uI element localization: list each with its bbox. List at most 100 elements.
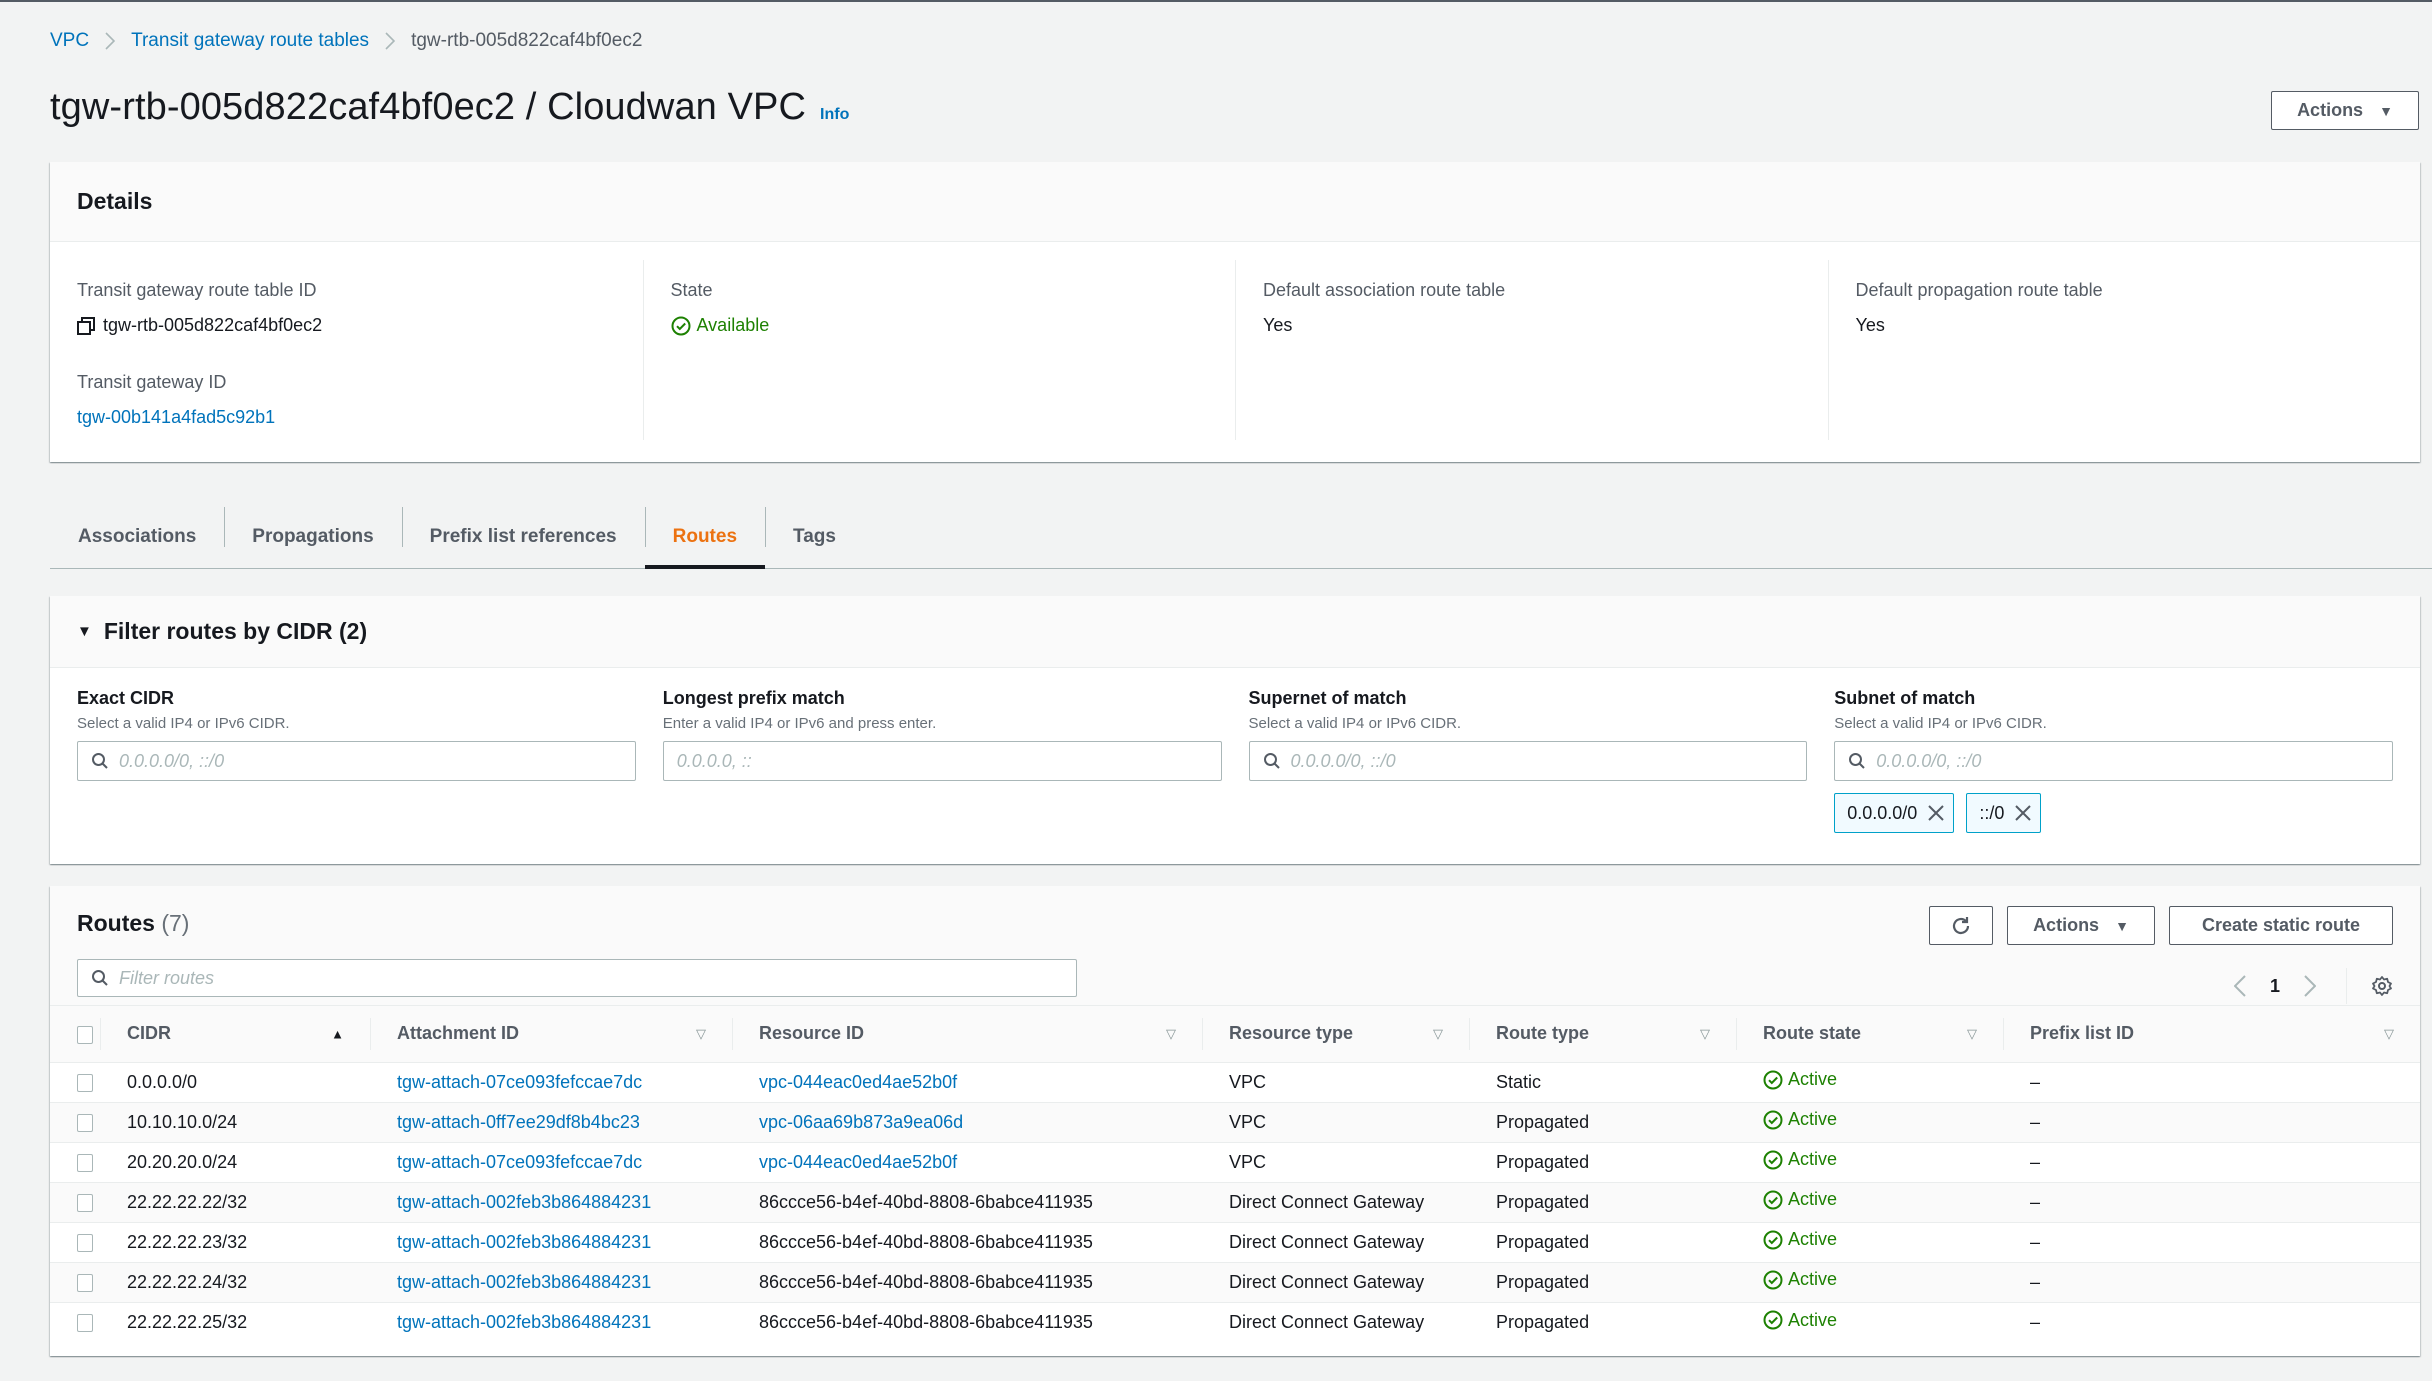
tab-tags[interactable]: Tags [765,507,864,567]
attachment-id-link[interactable]: tgw-attach-0ff7ee29df8b4bc23 [397,1112,640,1132]
filter-title: Filter routes by CIDR (2) [103,618,368,644]
row-select-cell [50,1302,100,1342]
subnet-field: Subnet of match Select a valid IP4 or IP… [1834,688,2393,833]
table-row[interactable]: 0.0.0.0/0 tgw-attach-07ce093fefccae7dc v… [50,1062,2420,1103]
row-select-cell [50,1102,100,1143]
attachment-id-link[interactable]: tgw-attach-07ce093fefccae7dc [397,1152,642,1172]
table-row[interactable]: 22.22.22.24/32 tgw-attach-002feb3b864884… [50,1262,2420,1303]
row-checkbox[interactable] [77,1273,93,1292]
attachment-id-link[interactable]: tgw-attach-07ce093fefccae7dc [397,1072,642,1092]
tab-prefix-list-references[interactable]: Prefix list references [401,507,645,567]
tab-propagations[interactable]: Propagations [224,507,401,567]
column-header-prefix-list-id[interactable]: Prefix list ID ▽ [2003,1006,2420,1063]
route-state-cell: Active [1736,1222,2003,1263]
column-label: CIDR [127,1023,171,1044]
table-row[interactable]: 22.22.22.23/32 tgw-attach-002feb3b864884… [50,1222,2420,1263]
sort-icon[interactable]: ▽ [696,1026,706,1042]
chevron-left-icon[interactable] [2233,975,2246,997]
attachment-id-cell: tgw-attach-07ce093fefccae7dc [370,1062,732,1103]
column-header-resource-type[interactable]: Resource type ▽ [1202,1006,1469,1063]
row-checkbox[interactable] [77,1314,93,1332]
select-all-checkbox[interactable] [77,1025,93,1044]
attachment-id-link[interactable]: tgw-attach-002feb3b864884231 [397,1272,651,1292]
table-row[interactable]: 22.22.22.25/32 tgw-attach-002feb3b864884… [50,1302,2420,1342]
input-placeholder: 0.0.0.0/0, ::/0 [1876,750,1982,771]
exact-cidr-input[interactable]: 0.0.0.0/0, ::/0 [77,741,636,781]
sort-icon[interactable]: ▽ [1967,1026,1977,1042]
row-select-cell [50,1222,100,1263]
resource-id-link[interactable]: vpc-044eac0ed4ae52b0f [759,1152,957,1172]
field-description: Select a valid IP4 or IPv6 CIDR. [1248,715,1462,732]
chevron-right-icon[interactable] [2304,975,2316,997]
cidr-cell: 0.0.0.0/0 [100,1062,370,1103]
sort-icon[interactable]: ▽ [1433,1026,1443,1042]
route-state-value: Active [1788,1229,1838,1250]
header-actions-button[interactable]: Actions ▼ [2271,91,2419,130]
details-col-propagation: Default propagation route table Yes [1827,260,2421,440]
route-type-cell: Propagated [1496,1311,1590,1332]
route-type-cell: Static [1469,1062,1736,1103]
resource-id: 86ccce56-b4ef-40bd-8808-6babce411935 [759,1231,1093,1252]
prefix-list-id-cell: – [2003,1262,2420,1303]
close-icon[interactable] [1927,804,1945,822]
sort-ascending-icon[interactable]: ▲ [331,1026,344,1041]
subnet-tokens: 0.0.0.0/0 ::/0 [1834,793,2393,833]
resource-id-link[interactable]: vpc-044eac0ed4ae52b0f [759,1072,957,1092]
copy-icon[interactable] [77,316,95,335]
create-static-route-button[interactable]: Create static route [2169,906,2393,945]
field-label: Longest prefix match [662,688,845,708]
check-circle-icon [1763,1230,1783,1250]
tab-routes[interactable]: Routes [644,507,766,569]
resource-id-cell: vpc-044eac0ed4ae52b0f [732,1142,1202,1183]
breadcrumb-current: tgw-rtb-005d822caf4bf0ec2 [411,30,643,51]
column-header-attachment-id[interactable]: Attachment ID ▽ [370,1006,732,1063]
resource-id-link[interactable]: vpc-06aa69b873a9ea06d [759,1112,963,1132]
sort-icon[interactable]: ▽ [2384,1026,2394,1042]
check-circle-icon [1763,1190,1783,1210]
table-row[interactable]: 20.20.20.0/24 tgw-attach-07ce093fefccae7… [50,1142,2420,1183]
resource-type-cell: VPC [1202,1062,1469,1103]
routes-actions-button[interactable]: Actions ▼ [2007,906,2155,945]
attachment-id-link[interactable]: tgw-attach-002feb3b864884231 [397,1312,651,1332]
close-icon[interactable] [2014,804,2032,822]
chevron-right-icon [105,32,116,50]
page-number[interactable]: 1 [2270,976,2280,997]
attachment-id-link[interactable]: tgw-attach-002feb3b864884231 [397,1232,651,1252]
row-checkbox[interactable] [77,1073,93,1092]
longest-prefix-input[interactable]: 0.0.0.0, :: [662,741,1222,781]
column-header-resource-id[interactable]: Resource ID ▽ [732,1006,1202,1063]
info-link[interactable]: Info [820,106,849,124]
subnet-input[interactable]: 0.0.0.0/0, ::/0 [1834,741,2393,781]
caret-down-icon[interactable]: ▼ [77,623,92,640]
cidr-cell: 22.22.22.22/32 [100,1182,370,1223]
filter-routes-input[interactable]: Filter routes [77,959,1077,997]
route-state-value: Active [1788,1309,1838,1330]
table-row[interactable]: 10.10.10.0/24 tgw-attach-0ff7ee29df8b4bc… [50,1102,2420,1143]
column-header-cidr[interactable]: CIDR ▲ [100,1006,370,1063]
tab-associations[interactable]: Associations [50,507,224,567]
column-header-route-state[interactable]: Route state ▽ [1736,1006,2003,1063]
row-checkbox[interactable] [77,1193,93,1212]
refresh-button[interactable] [1929,906,1993,945]
column-header-route-type[interactable]: Route type ▽ [1469,1006,1736,1063]
supernet-input[interactable]: 0.0.0.0/0, ::/0 [1248,741,1808,781]
input-placeholder: 0.0.0.0/0, ::/0 [119,750,225,771]
check-circle-icon [1763,1310,1783,1330]
transit-gateway-id-link[interactable]: tgw-00b141a4fad5c92b1 [77,407,275,428]
breadcrumb-route-tables[interactable]: Transit gateway route tables [131,30,369,52]
row-checkbox[interactable] [77,1153,93,1172]
filter-header[interactable]: ▼ Filter routes by CIDR (2) [50,596,2420,668]
resource-type-cell: Direct Connect Gateway [1202,1262,1469,1303]
table-row[interactable]: 22.22.22.22/32 tgw-attach-002feb3b864884… [50,1182,2420,1223]
row-checkbox[interactable] [77,1233,93,1252]
routes-actions-label: Actions [2033,915,2100,935]
cidr-cell: 22.22.22.24/32 [100,1262,370,1303]
sort-icon[interactable]: ▽ [1700,1026,1710,1042]
row-checkbox[interactable] [77,1113,93,1132]
gear-icon[interactable] [2371,975,2393,997]
routes-title: Routes (7) [77,910,189,937]
breadcrumb-vpc[interactable]: VPC [50,30,89,52]
sort-icon[interactable]: ▽ [1166,1026,1176,1042]
attachment-id-link[interactable]: tgw-attach-002feb3b864884231 [397,1192,651,1212]
search-icon [91,752,109,770]
